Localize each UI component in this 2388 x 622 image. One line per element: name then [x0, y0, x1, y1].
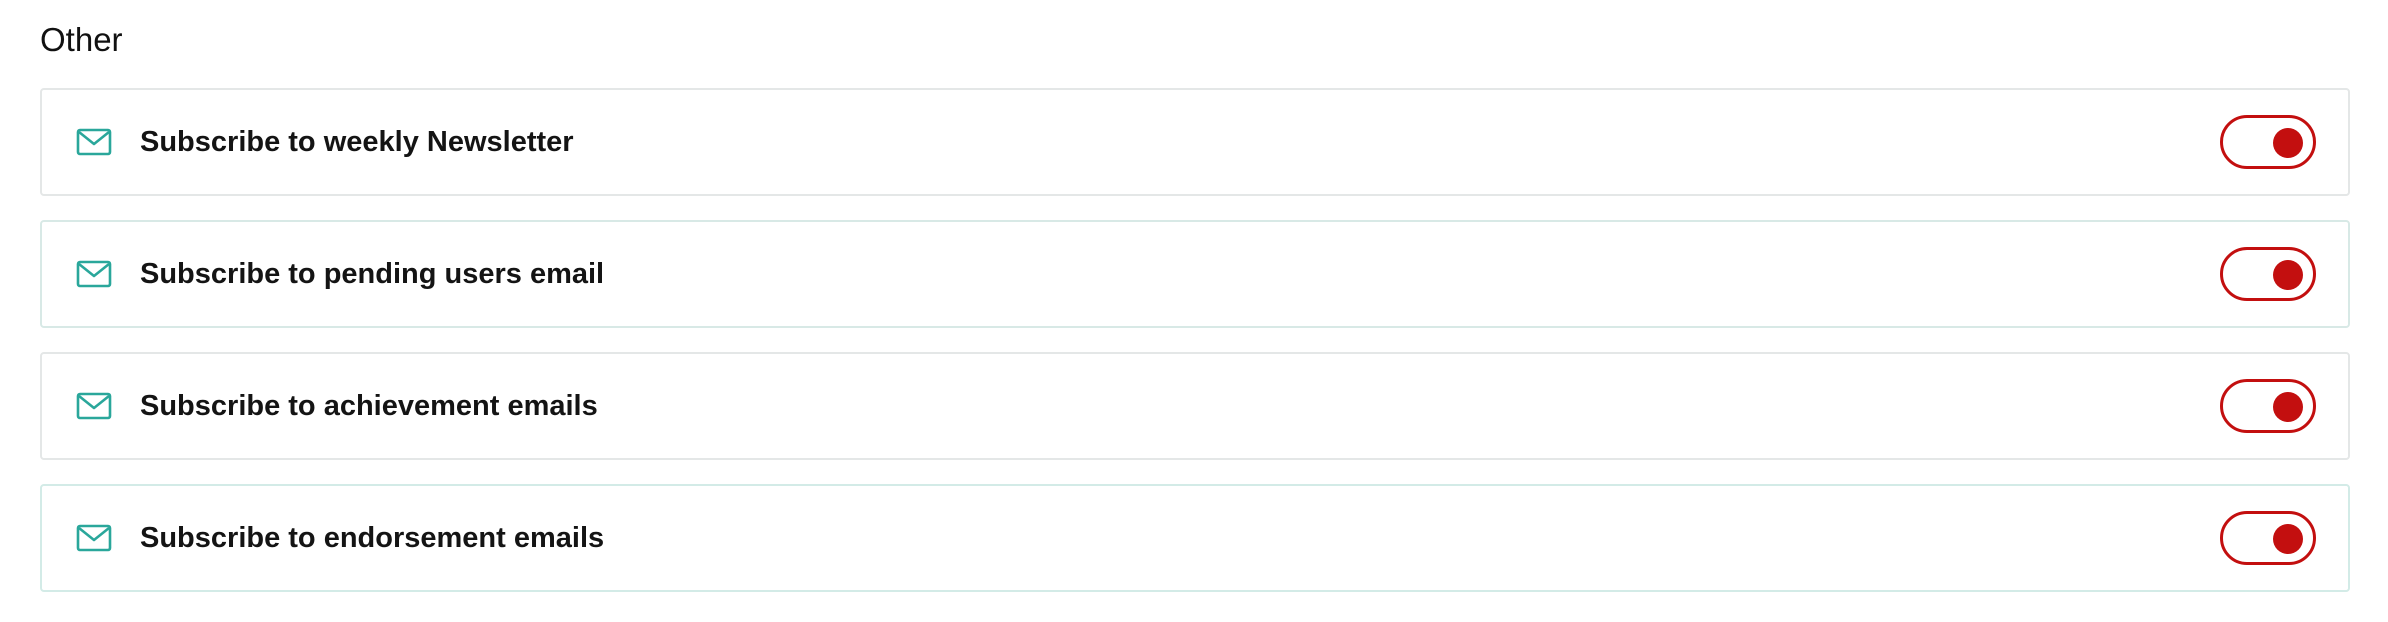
- subscription-row-pending-users: Subscribe to pending users email: [40, 220, 2350, 328]
- subscription-label: Subscribe to pending users email: [140, 258, 605, 290]
- mail-icon: [76, 392, 112, 420]
- subscription-list: Subscribe to weekly Newsletter Subscribe…: [40, 88, 2350, 616]
- subscription-row-weekly-newsletter: Subscribe to weekly Newsletter: [40, 88, 2350, 196]
- subscription-row-endorsement: Subscribe to endorsement emails: [40, 484, 2350, 592]
- pending-users-email-toggle[interactable]: [2220, 247, 2316, 301]
- mail-icon: [76, 128, 112, 156]
- mail-icon: [76, 524, 112, 552]
- endorsement-emails-toggle[interactable]: [2220, 511, 2316, 565]
- achievement-emails-toggle[interactable]: [2220, 379, 2316, 433]
- other-settings-section: Other Subscribe to weekly Newsletter Sub…: [0, 0, 2388, 622]
- toggle-knob: [2273, 392, 2303, 422]
- weekly-newsletter-toggle[interactable]: [2220, 115, 2316, 169]
- subscription-row-achievement: Subscribe to achievement emails: [40, 352, 2350, 460]
- subscription-label: Subscribe to endorsement emails: [140, 522, 605, 554]
- mail-icon: [76, 260, 112, 288]
- toggle-knob: [2273, 260, 2303, 290]
- toggle-knob: [2273, 524, 2303, 554]
- section-title: Other: [40, 21, 123, 58]
- subscription-label: Subscribe to weekly Newsletter: [140, 126, 574, 158]
- toggle-knob: [2273, 128, 2303, 158]
- subscription-label: Subscribe to achievement emails: [140, 390, 598, 422]
